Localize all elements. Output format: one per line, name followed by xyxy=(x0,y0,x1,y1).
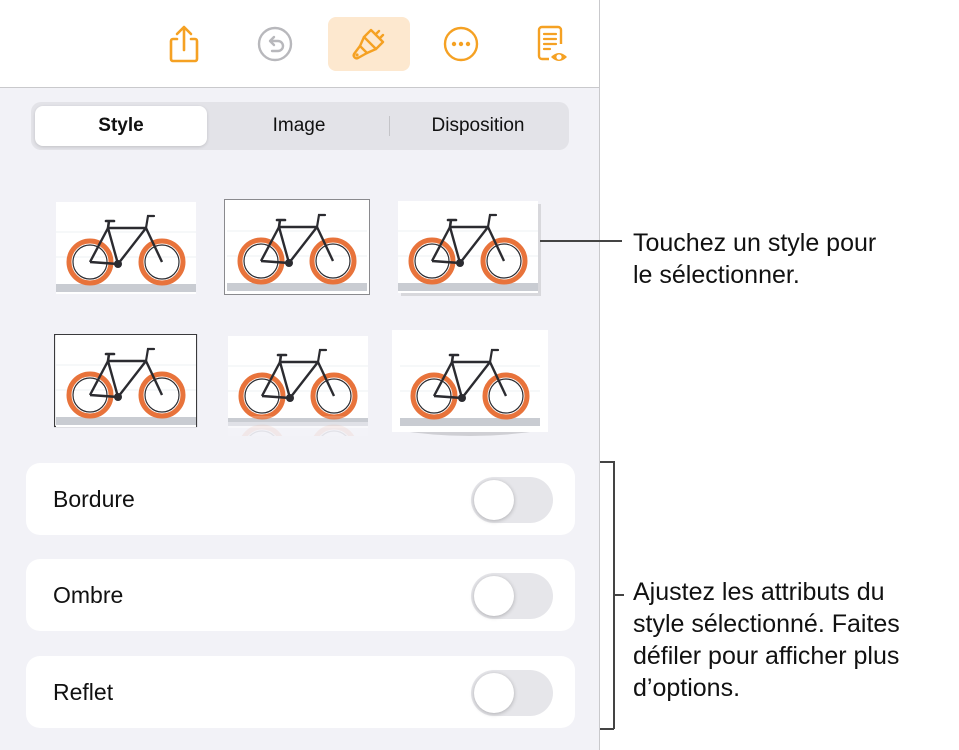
callout-bracket-top xyxy=(600,461,614,463)
style-preset-1[interactable] xyxy=(56,202,196,294)
callout-top-line-2: le sélectionner. xyxy=(633,261,800,289)
option-row-bordure: Bordure xyxy=(26,463,575,535)
bicycle-image xyxy=(398,201,541,296)
reader-view-button[interactable] xyxy=(510,17,592,71)
share-icon xyxy=(169,25,199,63)
format-panel: Style Image Disposition Bordure Ombre Re… xyxy=(0,0,600,750)
undo-icon xyxy=(257,26,293,62)
callout-top-leader xyxy=(540,240,622,242)
toggle-knob xyxy=(474,480,514,520)
option-label: Ombre xyxy=(53,582,124,608)
bicycle-image xyxy=(392,330,548,436)
share-button[interactable] xyxy=(143,17,225,71)
style-preset-4[interactable] xyxy=(54,334,198,428)
option-row-ombre: Ombre xyxy=(26,559,575,631)
option-label: Bordure xyxy=(53,486,135,512)
callout-top-line-1: Touchez un style pour xyxy=(633,229,877,257)
tab-image[interactable]: Image xyxy=(211,106,387,146)
style-preset-2[interactable] xyxy=(224,199,370,295)
callout-bottom-line-1: Ajustez les attributs du xyxy=(633,578,885,606)
tab-bar: Style Image Disposition xyxy=(31,102,569,150)
tab-divider xyxy=(389,116,390,136)
bicycle-image xyxy=(224,199,370,295)
option-row-reflet: Reflet xyxy=(26,656,575,728)
ombre-toggle[interactable] xyxy=(471,573,553,619)
format-button[interactable] xyxy=(328,17,410,71)
callout-bottom-line-3: défiler pour afficher plus xyxy=(633,642,900,670)
toggle-knob xyxy=(474,576,514,616)
style-preset-6[interactable] xyxy=(392,330,548,442)
bicycle-image xyxy=(228,336,368,436)
tab-style[interactable]: Style xyxy=(35,106,207,146)
bicycle-image xyxy=(54,334,198,428)
style-preset-3[interactable] xyxy=(398,201,542,297)
undo-button[interactable] xyxy=(234,17,316,71)
callout-bottom-line-2: style sélectionné. Faites xyxy=(633,610,900,638)
callout-bottom-line-4: d’options. xyxy=(633,674,741,702)
reflet-toggle[interactable] xyxy=(471,670,553,716)
toggle-knob xyxy=(474,673,514,713)
format-brush-icon xyxy=(352,28,385,60)
style-preset-5[interactable] xyxy=(228,336,368,436)
more-icon xyxy=(443,26,479,62)
callout-top: Touchez un style pour le sélectionner. xyxy=(633,227,876,291)
option-label: Reflet xyxy=(53,679,114,705)
bordure-toggle[interactable] xyxy=(471,477,553,523)
callout-bottom: Ajustez les attributs du style sélection… xyxy=(633,576,900,704)
more-button[interactable] xyxy=(420,17,502,71)
tab-disposition[interactable]: Disposition xyxy=(391,106,565,146)
callout-bracket-tick xyxy=(613,594,624,596)
callout-bracket-bottom xyxy=(600,728,614,730)
bicycle-image xyxy=(56,202,196,294)
toolbar xyxy=(0,0,599,88)
reader-view-icon xyxy=(537,25,567,61)
